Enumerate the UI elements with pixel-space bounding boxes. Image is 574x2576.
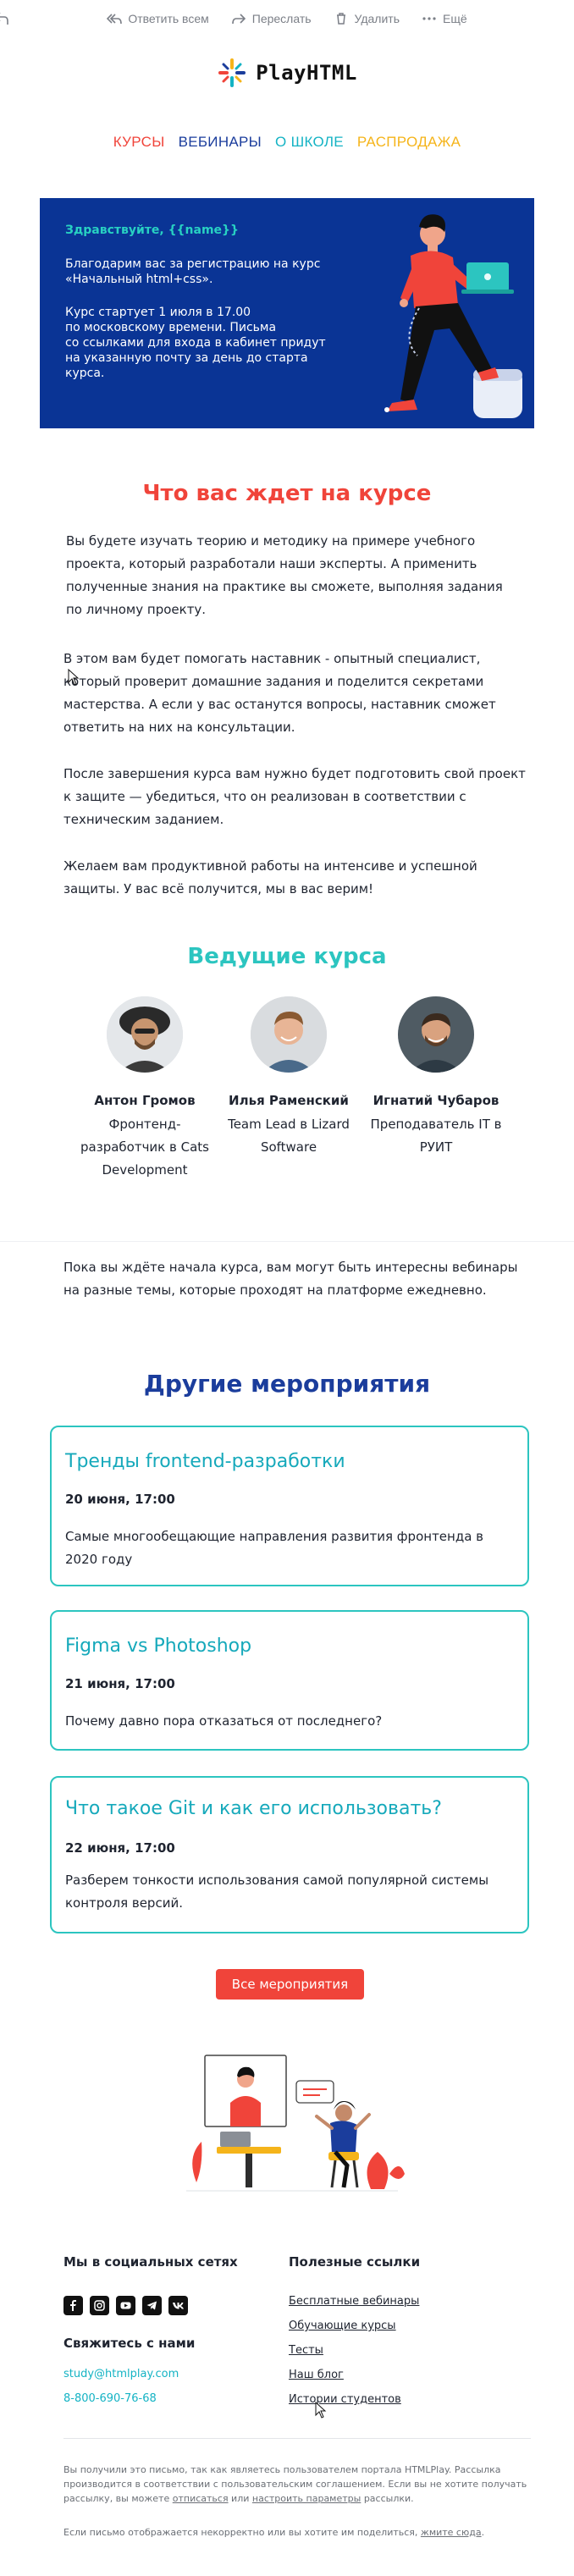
avatar (398, 996, 474, 1073)
facebook-glyph (70, 2300, 76, 2311)
event-card[interactable]: Что такое Git и как его использовать? 22… (50, 1776, 529, 1933)
reply-all-button[interactable]: Ответить всем (107, 12, 209, 25)
teacher-1-photo (107, 996, 183, 1073)
contact-email-link[interactable]: study@htmlplay.com (63, 2368, 179, 2380)
legal-text-part: Если письмо отображается некорректно или… (63, 2527, 421, 2538)
main-nav: КУРСЫ ВЕБИНАРЫ О ШКОЛЕ РАСПРОДАЖА (0, 134, 574, 151)
avatar (251, 996, 327, 1073)
event-description: Почему давно пора отказаться от последне… (65, 1713, 383, 1729)
course-paragraph-2: В этом вам будет помогать наставник - оп… (63, 651, 496, 735)
event-title[interactable]: Тренды frontend-разработки (65, 1451, 345, 1472)
nav-webinars[interactable]: ВЕБИНАРЫ (179, 134, 262, 151)
event-date: 21 июня, 17:00 (65, 1676, 175, 1691)
event-card[interactable]: Тренды frontend-разработки 20 июня, 17:0… (50, 1426, 529, 1586)
course-paragraph-3: После завершения курса вам нужно будет п… (63, 766, 526, 827)
forward-button[interactable]: Переслать (231, 12, 312, 25)
footer-link-stories[interactable]: Истории студентов (289, 2393, 401, 2406)
teacher-2-photo (251, 996, 327, 1073)
legal-text-part: . (481, 2527, 485, 2538)
event-date: 22 июня, 17:00 (65, 1840, 175, 1856)
forward-label: Переслать (251, 12, 312, 25)
events-intro: Пока вы ждёте начала курса, вам могут бы… (63, 1260, 518, 1298)
event-title[interactable]: Figma vs Photoshop (65, 1636, 251, 1657)
youtube-glyph (120, 2302, 131, 2309)
settings-link[interactable]: настроить параметры (252, 2493, 361, 2504)
view-online-text: Если письмо отображается некорректно или… (63, 2525, 531, 2540)
nav-courses[interactable]: КУРСЫ (113, 134, 165, 151)
event-description: Самые многообещающие направления развити… (65, 1529, 484, 1567)
hero-banner: Здравствуйте, {{name}} Благодарим вас за… (40, 198, 534, 428)
hero-registration-text: Благодарим вас за регистрацию на курс «Н… (65, 257, 321, 286)
unsubscribe-link[interactable]: отписаться (173, 2493, 229, 2504)
instagram-icon[interactable] (90, 2296, 109, 2315)
legal-text-part: рассылки. (361, 2493, 414, 2504)
brand-logo[interactable]: PlayHTML (0, 58, 574, 88)
playhtml-logo-icon (218, 58, 246, 87)
footer-link-courses[interactable]: Обучающие курсы (289, 2320, 396, 2332)
section-divider (0, 1241, 574, 1242)
nav-sale[interactable]: РАСПРОДАЖА (357, 134, 461, 151)
telegram-glyph (146, 2301, 157, 2310)
teacher-name: Антон Громов (94, 1093, 196, 1108)
teacher-card: Игнатий Чубаров Преподаватель IT в РУИТ (364, 996, 508, 1159)
teacher-name: Илья Раменский (229, 1093, 349, 1108)
view-online-link[interactable]: жмите сюда (421, 2527, 482, 2538)
all-events-button[interactable]: Все мероприятия (216, 1969, 364, 2000)
links-heading: Полезные ссылки (289, 2254, 421, 2270)
social-heading: Мы в социальных сетях (63, 2254, 238, 2270)
footer-divider (63, 2438, 531, 2439)
events-heading: Другие мероприятия (143, 1370, 431, 1398)
hero-start-text: Курс стартует 1 июля в 17.00 по московск… (65, 306, 326, 380)
course-paragraph-1: Вы будете изучать теорию и методику на п… (66, 533, 503, 617)
teacher-card: Илья Раменский Team Lead в Lizard Softwa… (217, 996, 361, 1159)
course-paragraph-4: Желаем вам продуктивной работы на интенс… (63, 858, 477, 896)
teacher-role: Team Lead в Lizard Software (228, 1117, 350, 1155)
teacher-3-photo (398, 996, 474, 1073)
youtube-icon[interactable] (116, 2296, 135, 2315)
event-card[interactable]: Figma vs Photoshop 21 июня, 17:00 Почему… (50, 1610, 529, 1751)
telegram-icon[interactable] (142, 2296, 162, 2315)
logo-text: PlayHTML (256, 61, 357, 85)
event-date: 20 июня, 17:00 (65, 1492, 175, 1507)
laptop-man-illustration (384, 214, 522, 418)
footer-link-tests[interactable]: Тесты (289, 2344, 323, 2357)
course-heading: Что вас ждет на курсе (142, 481, 432, 506)
teachers-heading: Ведущие курса (187, 944, 387, 969)
more-dots-icon (422, 17, 436, 20)
trash-icon (336, 13, 345, 25)
forward-icon (231, 14, 246, 25)
legal-text: Вы получили это письмо, так как являетес… (63, 2463, 531, 2506)
facebook-icon[interactable] (63, 2296, 83, 2315)
delete-label: Удалить (354, 12, 400, 25)
teacher-role: Преподаватель IT в РУИТ (370, 1117, 502, 1155)
event-description: Разберем тонкости использования самой по… (65, 1873, 489, 1911)
teacher-card: Антон Громов Фронтенд-разработчик в Cats… (73, 996, 217, 1182)
event-title[interactable]: Что такое Git и как его использовать? (65, 1798, 442, 1819)
email-toolbar: Ответить всем Переслать Удалить Ещё (0, 0, 574, 42)
contact-heading: Свяжитесь с нами (63, 2336, 196, 2351)
contact-phone-link[interactable]: 8-800-690-76-68 (63, 2392, 157, 2405)
teacher-name: Игнатий Чубаров (373, 1093, 499, 1108)
legal-text-part: или (228, 2493, 252, 2504)
mouse-cursor-icon (315, 2402, 327, 2419)
delete-button[interactable]: Удалить (334, 12, 400, 25)
reply-all-icon (107, 14, 123, 25)
vk-glyph (173, 2303, 184, 2309)
instagram-glyph (94, 2300, 105, 2311)
mouse-cursor-icon (68, 669, 80, 686)
reply-all-label: Ответить всем (128, 12, 209, 25)
more-button[interactable]: Ещё (422, 12, 467, 25)
video-call-illustration (186, 2055, 405, 2192)
more-label: Ещё (443, 12, 467, 25)
hero-greeting: Здравствуйте, {{name}} (65, 223, 239, 237)
vk-icon[interactable] (168, 2296, 188, 2315)
avatar (107, 996, 183, 1073)
footer-link-blog[interactable]: Наш блог (289, 2369, 344, 2381)
nav-about[interactable]: О ШКОЛЕ (275, 134, 344, 151)
teacher-role: Фронтенд-разработчик в Cats Development (80, 1117, 209, 1178)
footer-link-webinars[interactable]: Бесплатные вебинары (289, 2295, 419, 2308)
social-links (63, 2296, 188, 2315)
